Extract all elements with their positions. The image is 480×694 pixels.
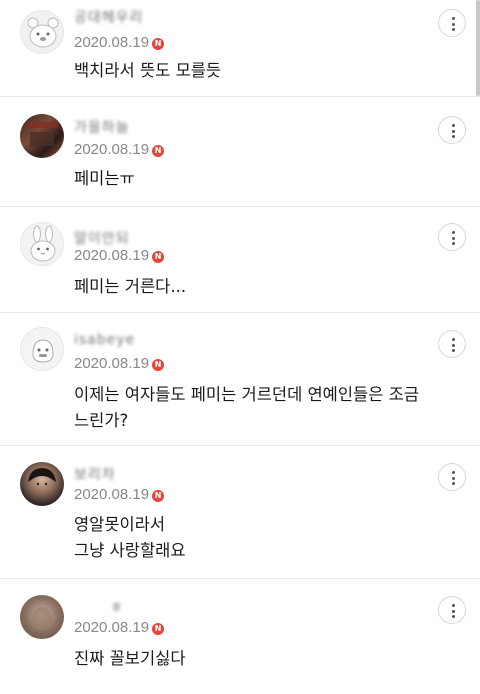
more-options-button[interactable] bbox=[438, 223, 466, 251]
new-badge-icon: N bbox=[152, 490, 165, 502]
new-badge-icon: N bbox=[152, 145, 165, 157]
comment-username[interactable]: 말이안되 bbox=[74, 228, 130, 248]
comment-text: 진짜 꼴보기싫다 bbox=[74, 649, 186, 668]
comment-username[interactable]: 공대헤우리 bbox=[74, 7, 143, 27]
more-vertical-icon bbox=[451, 231, 455, 245]
comment-date: 2020.08.19 N bbox=[74, 486, 165, 503]
comment-date: 2020.08.19 N bbox=[74, 247, 165, 264]
avatar[interactable] bbox=[20, 10, 64, 54]
more-options-button[interactable] bbox=[438, 596, 466, 624]
avatar[interactable] bbox=[20, 222, 64, 266]
comment-date: 2020.08.19 N bbox=[74, 34, 165, 51]
character-avatar-icon bbox=[32, 339, 54, 363]
comment-text: 백치라서 뜻도 모를듯 bbox=[74, 61, 222, 80]
rabbit-avatar-icon bbox=[30, 225, 56, 262]
more-vertical-icon bbox=[451, 17, 455, 31]
more-options-button[interactable] bbox=[438, 116, 466, 144]
comment-username[interactable]: 보리차 bbox=[74, 464, 116, 484]
comment-item: isabeye 2020.08.19 N 이제는 여자들도 페미는 거르던데 연예… bbox=[0, 313, 480, 446]
comment-date: 2020.08.19 N bbox=[74, 141, 165, 158]
scrollbar[interactable] bbox=[476, 0, 480, 96]
comment-username[interactable]: isabeye bbox=[74, 332, 135, 348]
new-badge-icon: N bbox=[152, 38, 165, 50]
avatar[interactable] bbox=[20, 462, 64, 506]
more-vertical-icon bbox=[451, 604, 455, 618]
comment-item: 공대헤우리 2020.08.19 N 백치라서 뜻도 모를듯 bbox=[0, 0, 480, 97]
more-options-button[interactable] bbox=[438, 9, 466, 37]
comment-date: 2020.08.19 N bbox=[74, 619, 165, 636]
person-avatar-icon bbox=[28, 468, 56, 486]
comment-username[interactable]: ㅎ bbox=[110, 597, 124, 617]
avatar[interactable] bbox=[20, 327, 64, 371]
comment-username[interactable]: 가을하늘 bbox=[74, 117, 130, 137]
comment-text: 페미는ㅠ bbox=[74, 169, 135, 188]
more-vertical-icon bbox=[451, 338, 455, 352]
comment-text: 영알못이라서 그냥 사랑할래요 bbox=[74, 515, 186, 560]
comment-text: 이제는 여자들도 페미는 거르던데 연예인들은 조금 느린가? bbox=[74, 385, 420, 430]
avatar[interactable] bbox=[20, 595, 64, 639]
photo-avatar-icon bbox=[26, 122, 58, 146]
more-vertical-icon bbox=[451, 124, 455, 138]
comment-item: ㅎ 2020.08.19 N 진짜 꼴보기싫다 bbox=[0, 579, 480, 694]
new-badge-icon: N bbox=[152, 359, 165, 371]
more-vertical-icon bbox=[451, 471, 455, 485]
avatar[interactable] bbox=[20, 114, 64, 158]
bear-avatar-icon bbox=[27, 17, 59, 48]
new-badge-icon: N bbox=[152, 623, 165, 635]
more-options-button[interactable] bbox=[438, 463, 466, 491]
blurred-avatar-icon bbox=[32, 607, 52, 631]
comment-item: 가을하늘 2020.08.19 N 페미는ㅠ bbox=[0, 97, 480, 207]
comment-item: 말이안되 2020.08.19 N 페미는 거른다... bbox=[0, 207, 480, 313]
comment-text: 페미는 거른다... bbox=[74, 277, 187, 296]
new-badge-icon: N bbox=[152, 251, 165, 263]
more-options-button[interactable] bbox=[438, 330, 466, 358]
comment-item: 보리차 2020.08.19 N 영알못이라서 그냥 사랑할래요 bbox=[0, 446, 480, 579]
comment-date: 2020.08.19 N bbox=[74, 355, 165, 372]
